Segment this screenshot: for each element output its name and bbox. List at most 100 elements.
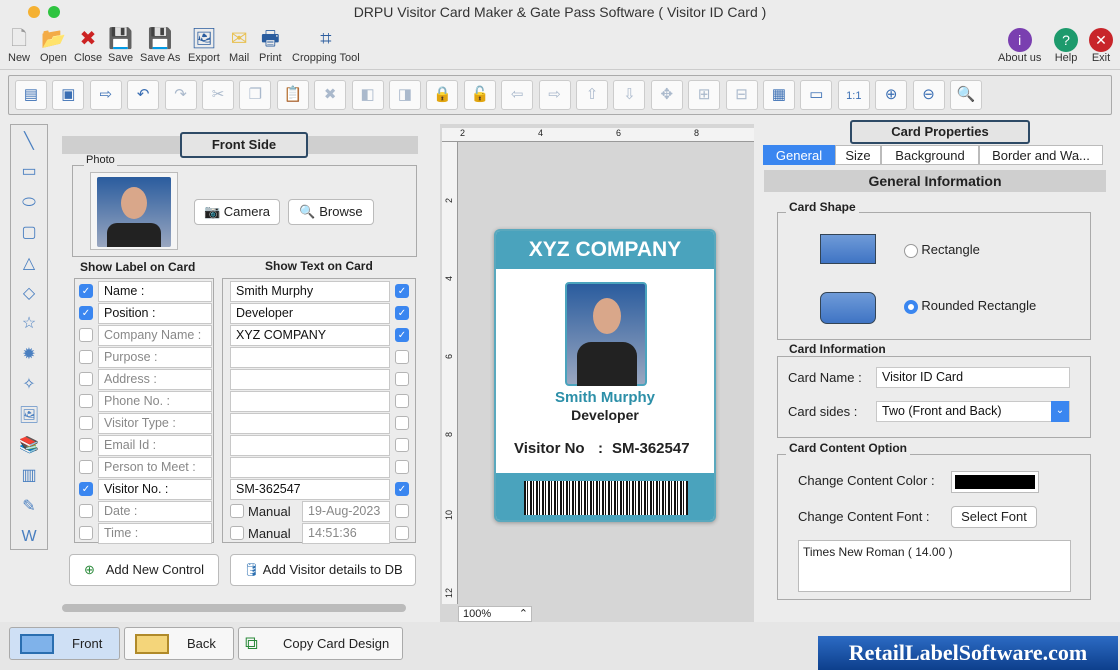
- minimize-button[interactable]: [28, 6, 40, 18]
- label-field[interactable]: Visitor No. :: [98, 479, 212, 500]
- back-button[interactable]: Back: [124, 627, 234, 660]
- manual-checkbox[interactable]: [230, 504, 244, 518]
- text-field[interactable]: Smith Murphy: [230, 281, 390, 302]
- label-checkbox[interactable]: [79, 372, 93, 386]
- label-field[interactable]: Name :: [98, 281, 212, 302]
- text-checkbox[interactable]: [395, 350, 409, 364]
- cut-button[interactable]: ✂: [202, 80, 234, 110]
- add-new-control-button[interactable]: ⊕ Add New Control: [69, 554, 219, 586]
- select-font-button[interactable]: Select Font: [951, 506, 1037, 528]
- save-as-button[interactable]: 💾 Save As: [140, 26, 180, 64]
- undo-button[interactable]: ↶: [127, 80, 160, 110]
- line-tool-button[interactable]: ╲: [15, 129, 43, 155]
- center-button[interactable]: ✥: [650, 80, 683, 110]
- label-checkbox[interactable]: [79, 350, 93, 364]
- radio-rectangle[interactable]: Rectangle: [904, 242, 980, 258]
- label-checkbox[interactable]: ✓: [79, 306, 93, 320]
- content-color-picker[interactable]: [951, 471, 1039, 493]
- triangle-tool-button[interactable]: △: [15, 251, 43, 277]
- copy-card-design-button[interactable]: ⧉ Copy Card Design: [238, 627, 403, 660]
- label-field[interactable]: Phone No. :: [98, 391, 212, 412]
- print-button[interactable]: 🖶 Print: [259, 26, 282, 64]
- text-field[interactable]: SM-362547: [230, 479, 390, 500]
- browse-button[interactable]: 🔍 Browse: [288, 199, 374, 225]
- help-button[interactable]: ? Help: [1054, 26, 1078, 64]
- copy-button[interactable]: ❐: [239, 80, 272, 110]
- text-checkbox[interactable]: [395, 416, 409, 430]
- arrow-up-button[interactable]: ⇧: [576, 80, 608, 110]
- text-field[interactable]: XYZ COMPANY: [230, 325, 390, 346]
- exit-button[interactable]: ✕ Exit: [1089, 26, 1113, 64]
- label-field[interactable]: Person to Meet :: [98, 457, 212, 478]
- align-vertical-button[interactable]: ⊟: [725, 80, 758, 110]
- signature-tool-button[interactable]: ✎: [15, 494, 43, 520]
- align-horizontal-button[interactable]: ⊞: [688, 80, 721, 110]
- rectangle-tool-button[interactable]: ▭: [15, 159, 43, 185]
- label-checkbox[interactable]: [79, 328, 93, 342]
- zoom-select[interactable]: 100% ⌃: [458, 606, 532, 622]
- manual-checkbox[interactable]: [230, 526, 244, 540]
- unlock-button[interactable]: 🔓: [463, 80, 496, 110]
- redo-button[interactable]: ↷: [164, 80, 197, 110]
- text-checkbox[interactable]: [395, 394, 409, 408]
- id-card-preview[interactable]: XYZ COMPANY Smith Murphy Developer Visit…: [494, 229, 716, 522]
- export-button[interactable]: 🖼 Export: [188, 26, 220, 64]
- star-tool-button[interactable]: ☆: [15, 311, 43, 337]
- bring-front-button[interactable]: ◧: [351, 80, 384, 110]
- import-image-button[interactable]: ⇨: [89, 80, 122, 110]
- rounded-rect-tool-button[interactable]: ▢: [15, 220, 43, 246]
- watermark-tool-button[interactable]: W: [15, 524, 43, 550]
- text-checkbox[interactable]: [395, 438, 409, 452]
- text-field[interactable]: 14:51:36: [302, 523, 390, 544]
- text-checkbox[interactable]: ✓: [395, 482, 409, 496]
- zoom-in-button[interactable]: ⊕: [875, 80, 908, 110]
- label-checkbox[interactable]: ✓: [79, 284, 93, 298]
- page-button[interactable]: ▤: [15, 80, 47, 110]
- about-button[interactable]: i About us: [998, 26, 1041, 64]
- new-button[interactable]: 🗋 New: [8, 26, 30, 64]
- burst-tool-button[interactable]: ✹: [15, 342, 43, 368]
- horizontal-scrollbar[interactable]: [62, 604, 406, 612]
- preview-button[interactable]: 🔍: [950, 80, 982, 110]
- lock-button[interactable]: 🔒: [426, 80, 459, 110]
- text-checkbox[interactable]: [395, 526, 409, 540]
- text-checkbox[interactable]: ✓: [395, 284, 409, 298]
- grid-button[interactable]: ▦: [763, 80, 795, 110]
- ellipse-tool-button[interactable]: ⬭: [15, 190, 43, 216]
- tab-size[interactable]: Size: [835, 145, 881, 165]
- radio-rounded-rectangle[interactable]: Rounded Rectangle: [904, 298, 1036, 314]
- label-checkbox[interactable]: [79, 438, 93, 452]
- text-checkbox[interactable]: [395, 504, 409, 518]
- arrow-right-button[interactable]: ⇨: [538, 80, 571, 110]
- add-visitor-db-button[interactable]: 🛢 Add Visitor details to DB: [230, 554, 416, 586]
- label-field[interactable]: Address :: [98, 369, 212, 390]
- open-button[interactable]: 📂 Open: [40, 26, 67, 64]
- arrow-left-button[interactable]: ⇦: [501, 80, 534, 110]
- text-field[interactable]: Developer: [230, 303, 390, 324]
- delete-button[interactable]: ✖: [314, 80, 347, 110]
- library-tool-button[interactable]: 📚: [15, 433, 43, 459]
- card-name-input[interactable]: Visitor ID Card: [876, 367, 1070, 388]
- label-field[interactable]: Time :: [98, 523, 212, 544]
- save-button[interactable]: 💾 Save: [108, 26, 133, 64]
- label-field[interactable]: Date :: [98, 501, 212, 522]
- tab-background[interactable]: Background: [881, 145, 979, 165]
- label-checkbox[interactable]: ✓: [79, 482, 93, 496]
- paste-button[interactable]: 📋: [276, 80, 309, 110]
- text-field[interactable]: [230, 413, 390, 434]
- send-back-button[interactable]: ◨: [389, 80, 421, 110]
- ruler-button[interactable]: ▭: [800, 80, 833, 110]
- text-field[interactable]: [230, 435, 390, 456]
- text-checkbox[interactable]: [395, 372, 409, 386]
- label-field[interactable]: Purpose :: [98, 347, 212, 368]
- barcode-tool-button[interactable]: ▥: [15, 463, 43, 489]
- tab-general[interactable]: General: [763, 145, 835, 165]
- text-field[interactable]: [230, 347, 390, 368]
- close-button[interactable]: ✖ Close: [74, 26, 102, 64]
- text-field[interactable]: 19-Aug-2023: [302, 501, 390, 522]
- tab-border[interactable]: Border and Wa...: [979, 145, 1103, 165]
- label-checkbox[interactable]: [79, 460, 93, 474]
- label-field[interactable]: Company Name :: [98, 325, 212, 346]
- image-tool-button[interactable]: 🖼: [15, 403, 43, 429]
- text-checkbox[interactable]: ✓: [395, 306, 409, 320]
